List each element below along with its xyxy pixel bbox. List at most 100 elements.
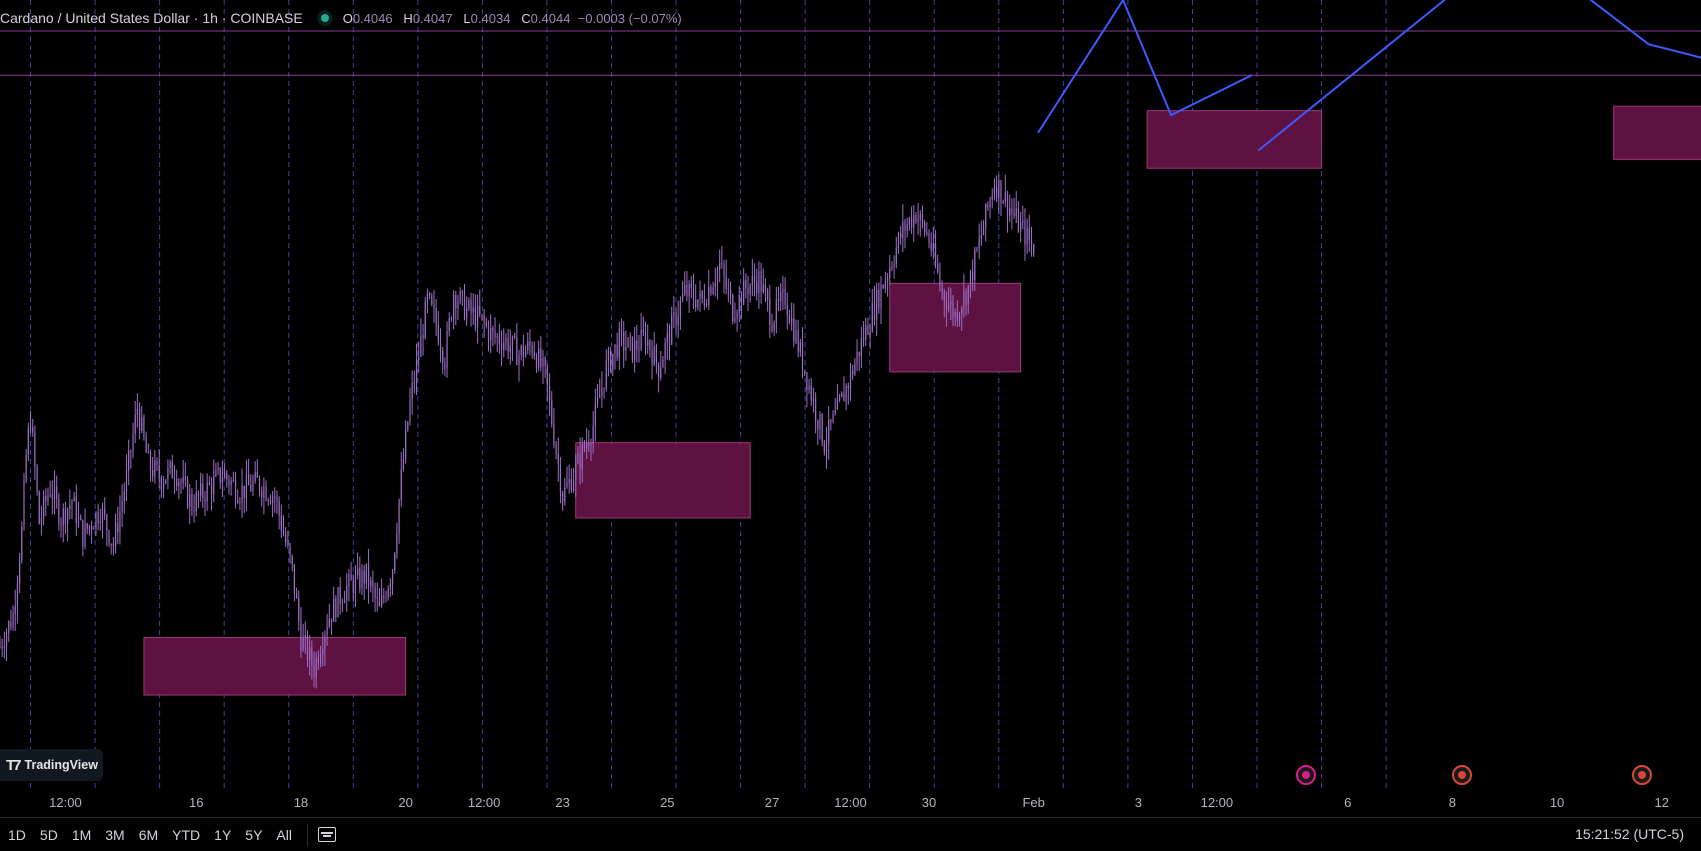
candle-body	[985, 203, 987, 228]
symbol-legend[interactable]: Cardano / United States Dollar · 1h · CO…	[0, 7, 682, 29]
range-button-5d[interactable]: 5D	[33, 827, 65, 843]
high-value: 0.4047	[412, 10, 453, 26]
x-axis-tick-label: 12:00	[834, 795, 867, 810]
clock-timezone[interactable]: 15:21:52 (UTC-5)	[1575, 818, 1684, 851]
candle-body	[472, 307, 474, 313]
candle-body	[27, 428, 29, 455]
candle-body	[548, 386, 551, 401]
demand-zone-rectangle[interactable]	[889, 282, 1022, 373]
candle-body	[147, 452, 149, 454]
high-label: H	[403, 10, 413, 26]
candle-body	[586, 443, 588, 449]
candle-body	[169, 461, 171, 468]
candle-body	[503, 342, 505, 351]
range-button-3m[interactable]: 3M	[98, 827, 131, 843]
candle-body	[603, 387, 605, 389]
price-chart[interactable]: 12:00 16 18 20 12:00 23 25 27 12:00 30 Feb 3 12:00 6 8…	[0, 0, 1701, 817]
candle-body	[961, 308, 963, 315]
candle-body	[847, 385, 849, 389]
candle-body	[865, 325, 867, 341]
x-axis-tick-label: 12	[1655, 795, 1669, 810]
candle-body	[230, 480, 232, 486]
candle-body	[967, 285, 969, 305]
candle-body	[40, 517, 43, 524]
x-axis-tick-label: Feb	[1022, 795, 1044, 810]
candle-body	[0, 646, 1, 648]
candle-body	[302, 637, 304, 651]
candle-body	[75, 496, 77, 524]
candle-body	[426, 293, 429, 302]
demand-zone-rectangle[interactable]	[143, 636, 407, 696]
candle-body	[215, 470, 217, 476]
candle-body	[544, 358, 546, 366]
low-value: 0.4034	[470, 10, 511, 26]
candle-body	[736, 312, 738, 319]
candle-body	[880, 285, 882, 309]
toolbar-divider	[306, 823, 308, 846]
x-axis-tick-label: 16	[189, 795, 203, 810]
candle-body	[854, 363, 856, 375]
candle-body	[769, 298, 771, 325]
candle-body	[858, 351, 860, 357]
candle-body	[298, 598, 300, 621]
range-button-ytd[interactable]: YTD	[165, 827, 207, 843]
range-button-1d[interactable]: 1D	[0, 827, 33, 843]
candle-body	[77, 517, 80, 524]
candle-body	[315, 657, 317, 678]
candle-body	[540, 348, 542, 367]
candle-body	[143, 417, 145, 438]
candle-body	[309, 647, 311, 661]
candle-body	[446, 331, 448, 369]
candle-body	[165, 479, 167, 484]
range-button-6m[interactable]: 6M	[132, 827, 165, 843]
candle-body	[915, 214, 917, 223]
candle-body	[138, 408, 141, 431]
candle-body	[660, 367, 662, 378]
candle-body	[19, 560, 21, 584]
candle-body	[980, 234, 982, 239]
candle-body	[836, 399, 839, 410]
candle-body	[479, 305, 481, 315]
range-button-1y[interactable]: 1Y	[207, 827, 238, 843]
candle-body	[10, 621, 12, 628]
candle-body	[47, 495, 49, 502]
close-value: 0.4044	[530, 10, 571, 26]
candle-body	[760, 270, 762, 293]
candle-body	[705, 304, 708, 306]
candle-body	[58, 498, 60, 525]
candle-body	[804, 370, 806, 373]
candle-body	[93, 528, 95, 530]
tradingview-logo[interactable]: T7 TradingView	[0, 749, 103, 781]
range-button-1m[interactable]: 1M	[65, 827, 98, 843]
candle-body	[186, 479, 189, 507]
low-label: L	[463, 10, 471, 26]
candle-body	[466, 307, 468, 319]
range-button-all[interactable]: All	[269, 827, 299, 843]
range-button-5y[interactable]: 5Y	[238, 827, 269, 843]
candle-body	[239, 502, 241, 504]
demand-zone-rectangle[interactable]	[575, 442, 751, 519]
projected-zone-rectangle[interactable]	[1613, 105, 1701, 160]
candle-body	[767, 290, 769, 299]
candle-body	[636, 340, 638, 350]
go-to-date-icon[interactable]	[317, 827, 336, 842]
candle-body	[289, 544, 291, 556]
candle-body	[444, 362, 446, 369]
candle-body	[167, 467, 169, 480]
candle-body	[250, 485, 252, 491]
symbol-title[interactable]: Cardano / United States Dollar · 1h · CO…	[0, 10, 303, 26]
candle-body	[435, 308, 437, 324]
candle-body	[592, 425, 594, 444]
candle-body	[424, 301, 426, 339]
candle-body	[808, 385, 810, 391]
candle-body	[710, 287, 712, 294]
candle-body	[173, 478, 176, 480]
candle-body	[136, 408, 138, 415]
candle-body	[38, 491, 40, 524]
candle-body	[330, 618, 333, 622]
candle-body	[782, 288, 784, 293]
candle-body	[110, 543, 112, 545]
candle-body	[647, 340, 649, 346]
candle-body	[753, 276, 756, 283]
candle-body	[982, 227, 985, 235]
